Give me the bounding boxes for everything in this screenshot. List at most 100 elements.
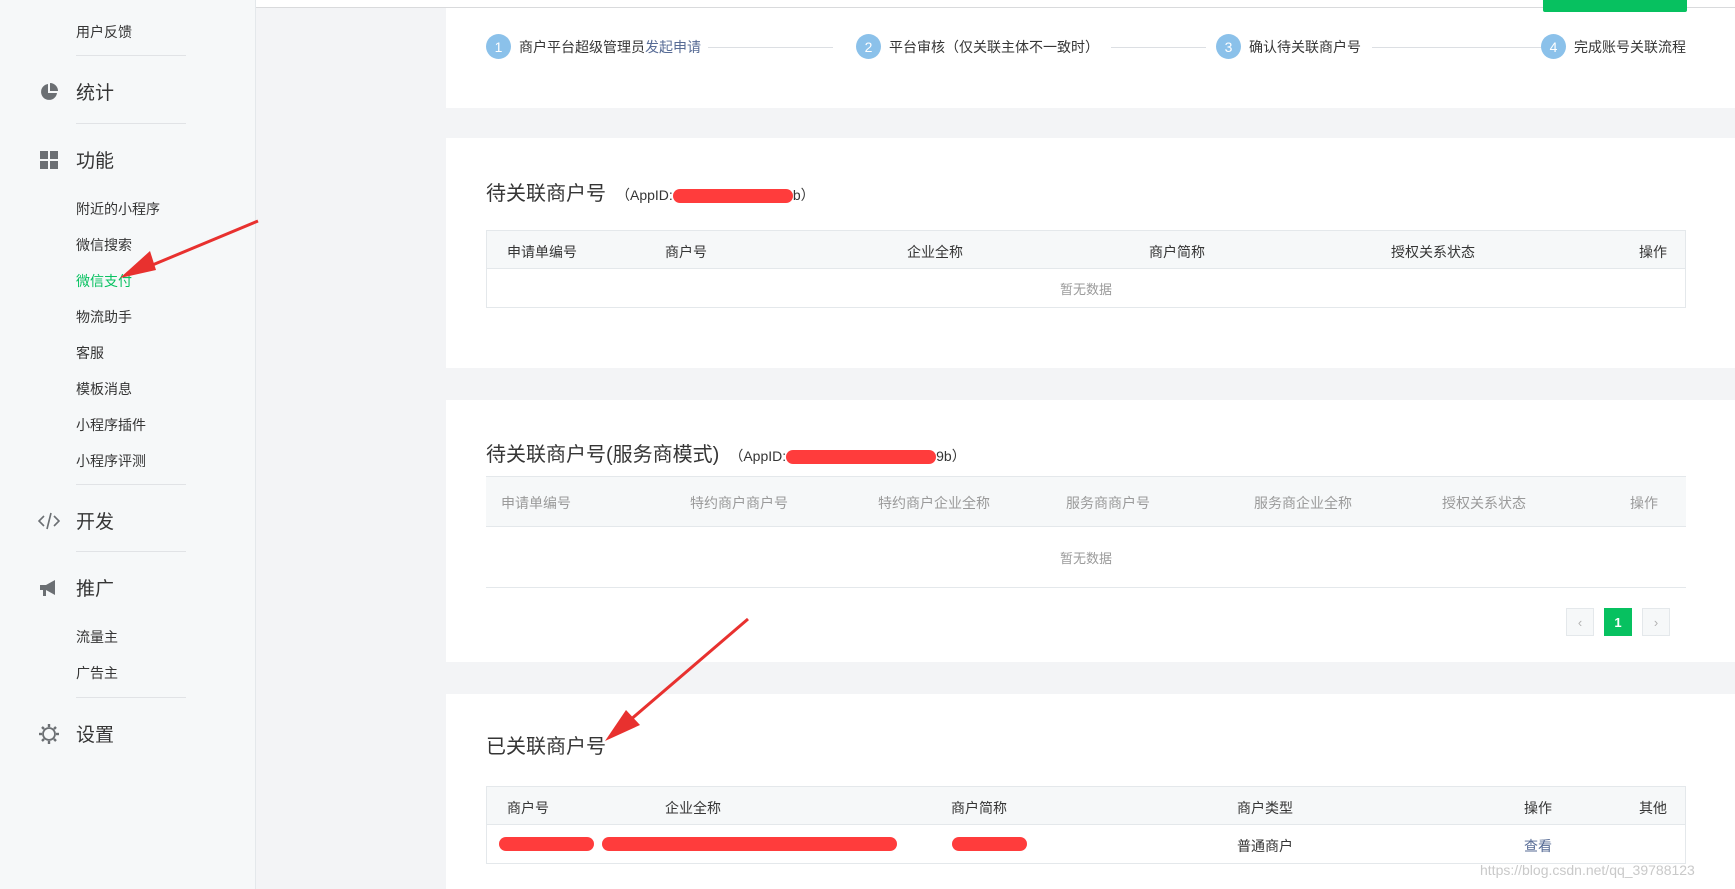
prev-page-button[interactable]: ‹	[1566, 608, 1594, 636]
step-number: 1	[486, 34, 511, 59]
step-text: 确认待关联商户号	[1249, 38, 1361, 55]
process-steps: 1 商户平台超级管理员 发起申请 2 平台审核（仅关联主体不一致时） 3 确认待关…	[486, 34, 1686, 60]
appid-suffix: b）	[792, 187, 815, 203]
merchant-type: 普通商户	[1237, 838, 1293, 854]
step-2: 2 平台审核（仅关联主体不一致时）	[856, 34, 1099, 59]
column-header: 商户号	[665, 244, 707, 260]
sidebar-item-wechat-pay[interactable]: 微信支付	[76, 271, 132, 291]
sidebar-item-label: 开发	[76, 512, 115, 533]
sidebar-item-label: 设置	[76, 725, 115, 746]
apply-link[interactable]: 发起申请	[645, 37, 701, 57]
empty-state: 暂无数据	[1059, 550, 1112, 566]
column-header: 授权关系状态	[1442, 495, 1526, 511]
step-4: 4 完成账号关联流程	[1541, 34, 1686, 59]
next-page-button[interactable]: ›	[1642, 608, 1670, 636]
step-number: 3	[1216, 34, 1241, 59]
pending-sp-section-title: 待关联商户号(服务商模式) （AppID: 9b）	[486, 438, 966, 467]
table-row: 普通商户 查看	[487, 825, 1685, 863]
redacted-merchant-id	[499, 837, 594, 851]
sidebar-item-feedback[interactable]: 用户反馈	[76, 22, 132, 42]
linked-merchants-table: 商户号 企业全称 商户简称 商户类型 操作 其他 普通商户 查看	[486, 786, 1686, 864]
sidebar-divider	[76, 484, 186, 485]
pagination: ‹ 1 ›	[1566, 608, 1670, 636]
column-header: 商户类型	[1237, 800, 1293, 816]
sidebar-item-settings[interactable]: 设置	[36, 720, 114, 747]
megaphone-icon	[36, 575, 62, 601]
sidebar-item-wechat-search[interactable]: 微信搜索	[76, 235, 132, 255]
step-connector	[1372, 47, 1542, 48]
section-title: 已关联商户号	[486, 736, 606, 758]
appid-suffix: 9b）	[936, 448, 966, 464]
column-header: 操作	[1639, 244, 1667, 260]
sidebar-item-advertiser[interactable]: 广告主	[76, 663, 118, 683]
sidebar-item-traffic-owner[interactable]: 流量主	[76, 627, 118, 647]
watermark: https://blog.csdn.net/qq_39788123	[1480, 862, 1695, 878]
sidebar-item-label: 功能	[76, 151, 115, 172]
gear-icon	[36, 721, 62, 747]
sidebar-item-develop[interactable]: 开发	[36, 507, 114, 534]
sidebar-item-nearby[interactable]: 附近的小程序	[76, 199, 160, 219]
sidebar-item-promote[interactable]: 推广	[36, 574, 114, 601]
step-1: 1 商户平台超级管理员 发起申请	[486, 34, 701, 59]
appid-prefix: （AppID:	[729, 448, 787, 464]
step-text: 平台审核（仅关联主体不一致时）	[889, 38, 1099, 55]
pie-chart-icon	[36, 79, 62, 105]
column-header: 特约商户商户号	[690, 495, 788, 511]
column-header: 操作	[1524, 800, 1552, 816]
sidebar-item-label: 统计	[76, 83, 115, 104]
step-number: 2	[856, 34, 881, 59]
sidebar-divider	[76, 123, 186, 124]
column-header: 商户简称	[1149, 244, 1205, 260]
column-header: 商户简称	[951, 800, 1007, 816]
pending-section-title: 待关联商户号 （AppID: b）	[486, 177, 815, 206]
sidebar-item-label: 推广	[76, 579, 115, 600]
page-button-current[interactable]: 1	[1604, 608, 1632, 636]
sidebar-item-features[interactable]: 功能	[36, 146, 114, 173]
view-link[interactable]: 查看	[1524, 836, 1552, 856]
redacted-appid	[786, 450, 937, 465]
table-header: 商户号 企业全称 商户简称 商户类型 操作 其他	[487, 787, 1685, 825]
appid-prefix: （AppID:	[616, 187, 673, 203]
redacted-appid	[672, 189, 793, 204]
empty-state: 暂无数据	[1059, 281, 1112, 297]
column-header: 特约商户企业全称	[878, 495, 990, 511]
pending-sp-merchants-table: 申请单编号 特约商户商户号 特约商户企业全称 服务商商户号 服务商企业全称 授权…	[486, 476, 1686, 588]
pending-merchants-table: 申请单编号 商户号 企业全称 商户简称 授权关系状态 操作 暂无数据	[486, 230, 1686, 308]
column-header: 申请单编号	[507, 244, 577, 260]
column-header: 授权关系状态	[1391, 244, 1475, 260]
top-bar-border	[0, 0, 1735, 8]
grid-icon	[36, 147, 62, 173]
step-3: 3 确认待关联商户号	[1216, 34, 1361, 59]
section-title: 待关联商户号	[486, 183, 606, 205]
column-header: 服务商企业全称	[1254, 495, 1352, 511]
column-header: 其他	[1639, 800, 1667, 816]
sidebar-divider	[76, 55, 186, 56]
column-header: 企业全称	[665, 800, 721, 816]
sidebar-item-customer-service[interactable]: 客服	[76, 343, 104, 363]
sidebar-item-logistics[interactable]: 物流助手	[76, 307, 132, 327]
redacted-company-name	[602, 837, 897, 851]
table-header: 申请单编号 商户号 企业全称 商户简称 授权关系状态 操作	[487, 231, 1685, 269]
column-header: 企业全称	[907, 244, 963, 260]
linked-section-title: 已关联商户号	[486, 730, 606, 759]
step-connector	[708, 47, 833, 48]
sidebar-item-stats[interactable]: 统计	[36, 78, 114, 105]
column-header: 操作	[1630, 495, 1658, 511]
column-header: 服务商商户号	[1066, 495, 1150, 511]
sidebar-item-template-message[interactable]: 模板消息	[76, 379, 132, 399]
appid-label: （AppID: 9b）	[729, 446, 966, 466]
section-title: 待关联商户号(服务商模式)	[486, 444, 720, 466]
sidebar-item-evaluation[interactable]: 小程序评测	[76, 451, 146, 471]
code-icon	[36, 508, 62, 534]
column-header: 商户号	[507, 800, 549, 816]
step-connector	[1111, 47, 1206, 48]
sidebar: 用户反馈 统计 功能 附近的小程序 微信搜索 微信支付 物流助手 客服 模板消息…	[0, 0, 256, 889]
step-text: 完成账号关联流程	[1574, 38, 1686, 55]
sidebar-divider	[76, 697, 186, 698]
step-text: 商户平台超级管理员	[519, 38, 645, 55]
primary-action-button[interactable]	[1543, 0, 1687, 12]
step-number: 4	[1541, 34, 1566, 59]
redacted-short-name	[952, 837, 1027, 851]
appid-label: （AppID: b）	[616, 185, 815, 205]
sidebar-item-plugins[interactable]: 小程序插件	[76, 415, 146, 435]
